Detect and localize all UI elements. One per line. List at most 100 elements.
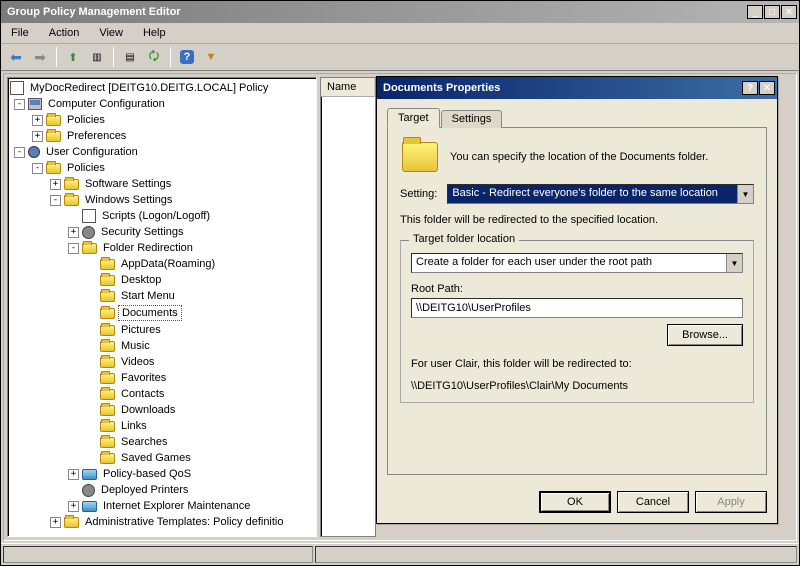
collapse-toggle[interactable]: - (14, 99, 25, 110)
tree-windows-settings[interactable]: Windows Settings (82, 193, 175, 207)
tree-links[interactable]: Links (118, 419, 150, 433)
properties-dialog: Documents Properties ? ✕ Target Settings… (376, 76, 778, 524)
up-button[interactable]: ⬆ (62, 46, 84, 68)
dropdown-button-icon[interactable] (726, 254, 742, 272)
collapse-toggle[interactable]: - (50, 195, 61, 206)
menubar: File Action View Help (1, 23, 799, 44)
back-button[interactable] (5, 46, 27, 68)
tree-pictures[interactable]: Pictures (118, 323, 164, 337)
expand-toggle[interactable]: + (50, 179, 61, 190)
menu-action[interactable]: Action (45, 25, 84, 41)
setting-label: Setting: (400, 188, 437, 200)
folder-icon (100, 308, 115, 319)
apply-button[interactable]: Apply (695, 491, 767, 513)
dialog-footer: OK Cancel Apply (377, 483, 777, 523)
expand-toggle[interactable]: + (68, 227, 79, 238)
help-button[interactable] (176, 46, 198, 68)
dialog-help-button[interactable]: ? (742, 81, 758, 95)
status-panel (315, 546, 797, 563)
browse-button[interactable]: Browse... (667, 324, 743, 346)
tree-music[interactable]: Music (118, 339, 153, 353)
tree-preferences[interactable]: Preferences (64, 129, 129, 143)
tree-folder-redirection[interactable]: Folder Redirection (100, 241, 196, 255)
dialog-body: Target Settings You can specify the loca… (377, 99, 777, 483)
target-mode-dropdown[interactable]: Create a folder for each user under the … (411, 253, 743, 273)
tree-policies[interactable]: Policies (64, 113, 108, 127)
toolbar-separator (56, 47, 57, 67)
ok-button[interactable]: OK (539, 491, 611, 513)
arrow-left-icon (10, 49, 22, 66)
minimize-button[interactable]: _ (747, 5, 763, 19)
tree-root[interactable]: MyDocRedirect [DEITG10.DEITG.LOCAL] Poli… (27, 81, 271, 95)
dropdown-button-icon[interactable] (737, 185, 753, 203)
list-header-name[interactable]: Name (321, 78, 375, 97)
dialog-description: You can specify the location of the Docu… (450, 151, 708, 163)
expand-toggle[interactable]: + (68, 501, 79, 512)
tree-printers[interactable]: Deployed Printers (98, 483, 191, 497)
tree-favorites[interactable]: Favorites (118, 371, 169, 385)
tab-settings[interactable]: Settings (441, 110, 503, 128)
toolbar-separator (113, 47, 114, 67)
dialog-tabs: Target Settings (387, 108, 767, 128)
setting-dropdown[interactable]: Basic - Redirect everyone's folder to th… (447, 184, 754, 204)
expand-toggle[interactable]: + (32, 115, 43, 126)
tree-startmenu[interactable]: Start Menu (118, 289, 178, 303)
tree-downloads[interactable]: Downloads (118, 403, 178, 417)
tree-security[interactable]: Security Settings (98, 225, 187, 239)
dialog-close-button[interactable]: ✕ (759, 81, 775, 95)
window-title: Group Policy Management Editor (7, 6, 746, 18)
target-location-group: Target folder location Create a folder f… (400, 240, 754, 403)
tree-videos[interactable]: Videos (118, 355, 157, 369)
tree-qos[interactable]: Policy-based QoS (100, 467, 194, 481)
menu-view[interactable]: View (95, 25, 127, 41)
tree-panel[interactable]: MyDocRedirect [DEITG10.DEITG.LOCAL] Poli… (7, 77, 317, 537)
menu-help[interactable]: Help (139, 25, 170, 41)
tab-target[interactable]: Target (387, 108, 440, 128)
tree-ie[interactable]: Internet Explorer Maintenance (100, 499, 253, 513)
show-hide-button[interactable]: ▥ (86, 46, 108, 68)
cancel-button[interactable]: Cancel (617, 491, 689, 513)
refresh-button[interactable] (143, 46, 165, 68)
tree-savedgames[interactable]: Saved Games (118, 451, 194, 465)
toolbar: ⬆ ▥ ▤ ▼ (1, 44, 799, 71)
list-panel: Name (320, 77, 376, 537)
tree-software-settings[interactable]: Software Settings (82, 177, 174, 191)
collapse-toggle[interactable]: - (32, 163, 43, 174)
filter-button[interactable]: ▼ (200, 46, 222, 68)
tree-user-config[interactable]: User Configuration (43, 145, 141, 159)
expand-toggle[interactable]: + (50, 517, 61, 528)
properties-button[interactable]: ▤ (119, 46, 141, 68)
arrow-right-icon (34, 49, 46, 66)
folder-icon (100, 275, 115, 286)
setting-value: Basic - Redirect everyone's folder to th… (448, 185, 737, 203)
folder-icon (64, 195, 79, 206)
maximize-button[interactable]: □ (764, 5, 780, 19)
menu-file[interactable]: File (7, 25, 33, 41)
tree-scripts[interactable]: Scripts (Logon/Logoff) (99, 209, 213, 223)
redirect-note: This folder will be redirected to the sp… (400, 214, 754, 226)
folder-icon (100, 341, 115, 352)
folder-icon (100, 405, 115, 416)
close-button[interactable]: ✕ (781, 5, 797, 19)
tree-admin-templates[interactable]: Administrative Templates: Policy definit… (82, 515, 287, 529)
folder-icon (64, 517, 79, 528)
computer-icon (28, 98, 42, 110)
target-mode-value: Create a folder for each user under the … (412, 254, 726, 272)
tree-desktop[interactable]: Desktop (118, 273, 164, 287)
expand-toggle[interactable]: + (32, 131, 43, 142)
expand-toggle[interactable]: + (68, 469, 79, 480)
forward-button[interactable] (29, 46, 51, 68)
tree-searches[interactable]: Searches (118, 435, 170, 449)
tree-computer-config[interactable]: Computer Configuration (45, 97, 168, 111)
folder-icon (100, 453, 115, 464)
collapse-toggle[interactable]: - (68, 243, 79, 254)
folder-icon (82, 243, 97, 254)
printer-icon (82, 484, 95, 497)
collapse-toggle[interactable]: - (14, 147, 25, 158)
script-icon (82, 209, 96, 223)
tree-appdata[interactable]: AppData(Roaming) (118, 257, 218, 271)
tree-policies[interactable]: Policies (64, 161, 108, 175)
tree-documents[interactable]: Documents (118, 305, 182, 321)
tree-contacts[interactable]: Contacts (118, 387, 167, 401)
root-path-input[interactable] (411, 298, 743, 318)
